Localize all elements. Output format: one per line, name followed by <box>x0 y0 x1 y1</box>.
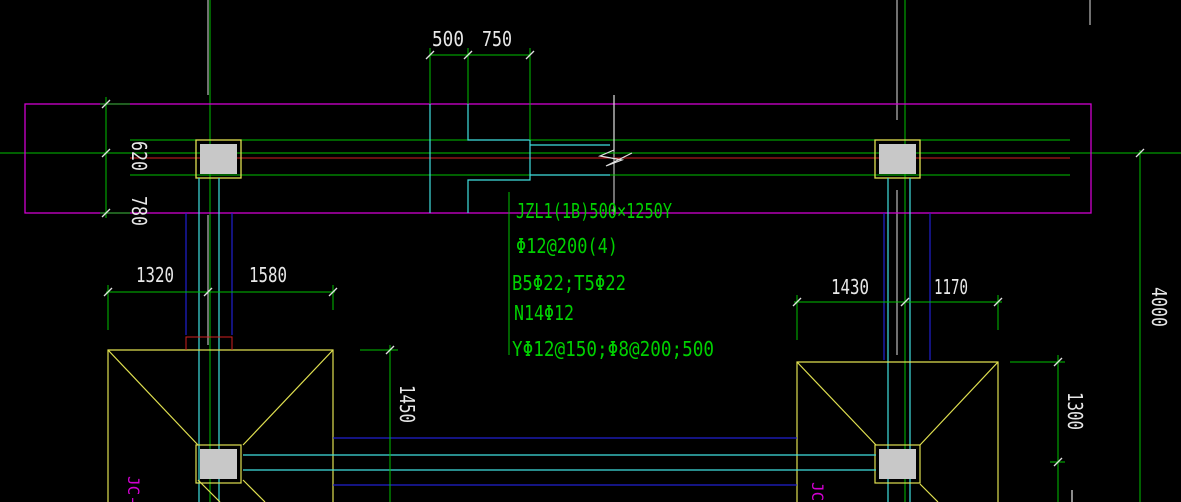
beam-annotation: JZL1(1B)500×1250Y Φ12@200(4) B5Φ22;T5Φ22… <box>512 199 714 361</box>
column-right-top <box>874 139 921 179</box>
footing-right <box>796 361 999 502</box>
dim-footing-1580: 1580 <box>249 263 287 287</box>
footing-label-left: JC-1 <box>124 476 143 502</box>
beam-annotation-line4: N14Φ12 <box>514 301 574 325</box>
beam-annotation-line5: YΦ12@150;Φ8@200;500 <box>512 337 714 361</box>
footing-labels: JC-1 JC-1 <box>124 476 827 502</box>
dim-total-4000: 4000 <box>1147 287 1171 327</box>
dim-top-500: 500 <box>432 27 464 51</box>
dim-vertical-1300: 1300 <box>1063 392 1087 430</box>
footing-label-right: JC-1 <box>808 482 827 502</box>
dim-footing-1320: 1320 <box>136 263 174 287</box>
dimension-ticks <box>101 50 1145 467</box>
dim-left-780: 780 <box>127 196 151 226</box>
dimension-texts: 500 750 620 780 1320 1580 1430 1170 1450… <box>127 27 1171 430</box>
lower-beam-lines <box>243 437 876 486</box>
beam-annotation-line3: B5Φ22;T5Φ22 <box>512 271 626 295</box>
column-left-top <box>195 139 242 179</box>
dim-footing-1170: 1170 <box>934 275 968 299</box>
column-left-bottom <box>200 449 237 479</box>
dim-top-750: 750 <box>482 27 512 51</box>
column-right-bottom <box>879 449 916 479</box>
dim-footing-1430: 1430 <box>831 275 869 299</box>
break-mark <box>597 95 633 167</box>
cad-drawing-canvas[interactable]: 500 750 620 780 1320 1580 1430 1170 1450… <box>0 0 1181 502</box>
beam-annotation-line2: Φ12@200(4) <box>516 234 618 258</box>
dim-left-620: 620 <box>127 141 151 171</box>
red-marker <box>185 336 233 350</box>
beam-annotation-line1: JZL1(1B)500×1250Y <box>516 199 672 223</box>
dim-vertical-1450: 1450 <box>395 385 419 423</box>
